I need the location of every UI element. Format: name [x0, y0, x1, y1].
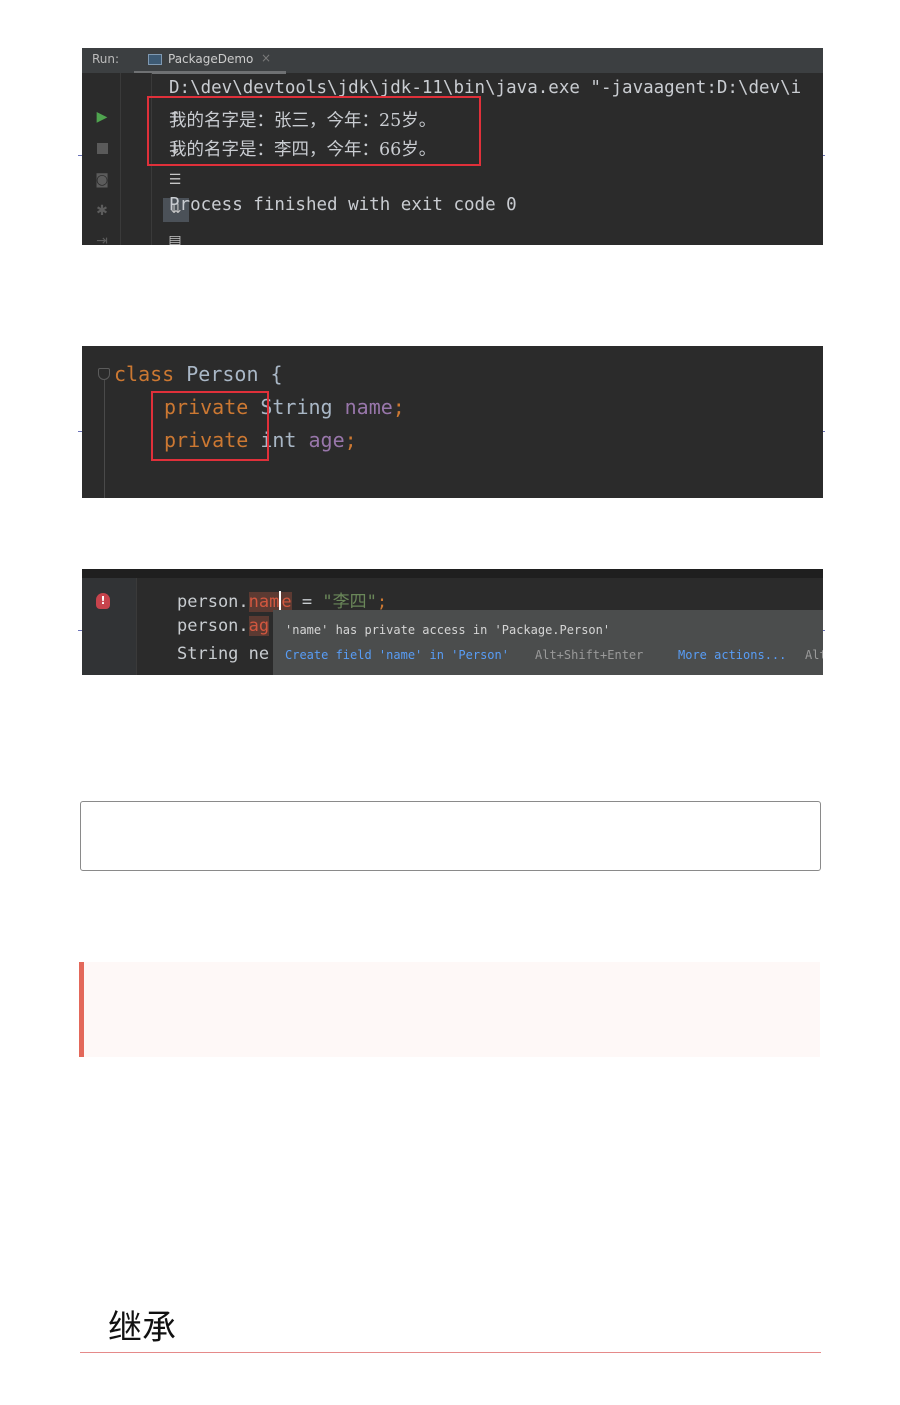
run-panel-screenshot: Run: PackageDemo × ▶ ◙ ✱ ⇥ ↑ ↓ ☰ ⇊ ▤ D:\…: [82, 48, 823, 245]
editor-gutter: !: [82, 578, 137, 675]
soft-wrap-icon[interactable]: ☰: [165, 170, 185, 190]
code-text: =: [291, 592, 323, 612]
more-actions-link[interactable]: More actions...: [678, 648, 786, 662]
run-icon[interactable]: ▶: [92, 107, 112, 127]
create-field-action-link[interactable]: Create field 'name' in 'Person': [285, 648, 509, 662]
close-icon[interactable]: ×: [261, 51, 271, 65]
shortcut-hint: Alt+Shift+Enter: [535, 648, 644, 662]
stop-icon[interactable]: [92, 139, 112, 159]
bug-icon[interactable]: ✱: [92, 201, 112, 221]
semicolon: ;: [376, 592, 388, 612]
empty-code-block: [80, 801, 821, 871]
field-name: age: [308, 428, 345, 452]
output-highlight-box: [147, 96, 481, 166]
print-icon[interactable]: ▤: [165, 231, 185, 245]
run-toolbar-left: ▶ ◙ ✱ ⇥: [82, 73, 121, 245]
fold-guide: [104, 380, 105, 498]
camera-icon[interactable]: ◙: [92, 170, 112, 190]
code-line: class Person {: [114, 362, 283, 386]
shortcut-hint: Alt+Enter: [805, 648, 823, 662]
semicolon: ;: [392, 395, 405, 419]
error-token[interactable]: ag: [248, 616, 270, 636]
fold-icon[interactable]: [98, 368, 110, 380]
code-text: Person {: [174, 362, 283, 386]
code-text: person.: [177, 592, 249, 612]
console-exit-message: Process finished with exit code 0: [169, 195, 517, 215]
inspection-tooltip: 'name' has private access in 'Package.Pe…: [273, 610, 823, 675]
error-token[interactable]: nam: [248, 592, 280, 612]
class-editor-screenshot: class Person { private String name; priv…: [82, 346, 823, 498]
editor-top-strip: [82, 569, 823, 578]
keyword: class: [114, 362, 175, 386]
callout-block: [79, 962, 820, 1057]
code-line: String ne: [177, 644, 270, 664]
heading-underline: [80, 1352, 821, 1353]
code-line: person.ag: [177, 616, 270, 636]
semicolon: ;: [344, 428, 357, 452]
exit-icon[interactable]: ⇥: [92, 231, 112, 245]
code-line: person.nam e = "李四";: [177, 587, 387, 612]
section-heading: 继承: [108, 1308, 176, 1348]
tooltip-message: 'name' has private access in 'Package.Pe…: [285, 623, 611, 637]
run-tab-title[interactable]: PackageDemo: [168, 52, 253, 66]
run-label: Run:: [92, 52, 120, 66]
error-token[interactable]: e: [281, 592, 292, 612]
error-bulb-icon[interactable]: !: [96, 593, 110, 609]
access-error-screenshot: ! person.nam e = "李四"; person.ag String n…: [82, 569, 823, 675]
run-tab-underline: [134, 71, 286, 74]
console-command-line: D:\dev\devtools\jdk\jdk-11\bin\java.exe …: [169, 78, 802, 98]
run-panel-header: Run: PackageDemo ×: [82, 48, 823, 74]
private-modifier-highlight-box: [151, 391, 269, 461]
code-text: person.: [177, 616, 249, 636]
console-tab-icon: [148, 54, 162, 65]
string-literal: "李四": [322, 592, 377, 612]
field-name: name: [344, 395, 393, 419]
